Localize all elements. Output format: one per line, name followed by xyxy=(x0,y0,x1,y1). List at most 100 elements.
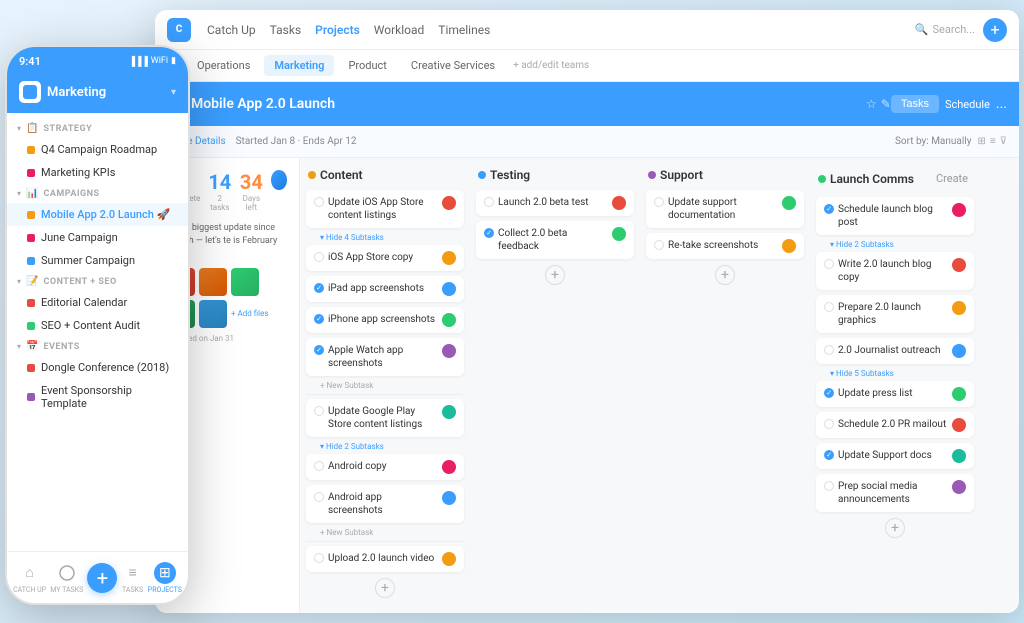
task-card[interactable]: Update support documentation xyxy=(646,190,804,228)
add-task-button[interactable]: + xyxy=(715,265,735,285)
task-checkbox[interactable] xyxy=(824,302,834,312)
add-team-link[interactable]: + add/edit teams xyxy=(513,60,589,71)
new-subtask-button[interactable]: + New Subtask xyxy=(306,528,464,537)
attachment-3[interactable] xyxy=(231,268,259,296)
nav-tasks[interactable]: Tasks xyxy=(270,23,302,37)
more-options-button[interactable]: ... xyxy=(996,96,1007,112)
sidebar-item-event-sponsorship[interactable]: Event Sponsorship Template xyxy=(7,379,188,415)
task-card[interactable]: Update iOS App Store content listings xyxy=(306,190,464,228)
task-checkbox[interactable] xyxy=(314,461,324,471)
nav-workload[interactable]: Workload xyxy=(374,23,425,37)
add-task-button[interactable]: + xyxy=(885,518,905,538)
task-checkbox[interactable] xyxy=(824,481,834,491)
grid-view-icon[interactable]: ⊞ xyxy=(977,136,985,147)
phone-nav-mytasks[interactable]: MY TASKS xyxy=(50,562,83,594)
sort-label[interactable]: Sort by: Manually xyxy=(895,136,971,147)
task-checkbox[interactable] xyxy=(824,204,834,214)
task-card[interactable]: Write 2.0 launch blog copy xyxy=(816,252,974,290)
task-card[interactable]: Upload 2.0 launch video xyxy=(306,546,464,572)
section-content-seo[interactable]: ▾ 📝 CONTENT + SEO xyxy=(7,272,188,291)
task-card[interactable]: Schedule 2.0 PR mailout xyxy=(816,412,974,438)
tasks-view-button[interactable]: Tasks xyxy=(891,95,939,113)
subtask-toggle[interactable]: ▾ Hide 5 Subtasks xyxy=(816,369,974,378)
task-card[interactable]: Launch 2.0 beta test xyxy=(476,190,634,216)
add-task-button[interactable]: + xyxy=(375,578,395,598)
attachment-2[interactable] xyxy=(199,268,227,296)
task-card[interactable]: Update Support docs xyxy=(816,443,974,469)
phone-nav-projects[interactable]: ⊞ PROJECTS xyxy=(148,562,182,594)
star-icon[interactable]: ☆ xyxy=(866,97,877,111)
task-card[interactable]: Update Google Play Store content listing… xyxy=(306,399,464,437)
edit-icon[interactable]: ✎ xyxy=(881,97,891,111)
task-card[interactable]: 2.0 Journalist outreach xyxy=(816,338,974,364)
section-campaigns[interactable]: ▾ 📊 CAMPAIGNS xyxy=(7,184,188,203)
task-checkbox[interactable] xyxy=(314,197,324,207)
task-checkbox[interactable] xyxy=(824,419,834,429)
task-checkbox[interactable] xyxy=(314,252,324,262)
sidebar-item-summer-campaign[interactable]: Summer Campaign xyxy=(7,249,188,272)
task-checkbox[interactable] xyxy=(314,283,324,293)
sidebar-item-marketing-kpis[interactable]: Marketing KPIs xyxy=(7,161,188,184)
task-checkbox[interactable] xyxy=(824,259,834,269)
tab-marketing[interactable]: Marketing xyxy=(264,55,334,76)
task-checkbox[interactable] xyxy=(314,492,324,502)
nav-catch-up[interactable]: Catch Up xyxy=(207,23,256,37)
task-card[interactable]: Collect 2.0 beta feedback xyxy=(476,221,634,259)
list-view-icon[interactable]: ≡ xyxy=(990,136,996,147)
task-checkbox[interactable] xyxy=(824,388,834,398)
tab-operations[interactable]: Operations xyxy=(187,55,260,76)
filter-icon[interactable]: ⊽ xyxy=(1000,136,1007,147)
tab-creative-services[interactable]: Creative Services xyxy=(401,55,505,76)
phone-chevron-icon[interactable]: ▾ xyxy=(171,87,176,98)
subtask-toggle[interactable]: ▾ Hide 2 Subtasks xyxy=(306,442,464,451)
task-card[interactable]: Android app screenshots xyxy=(306,485,464,523)
catchup-nav-icon: ⌂ xyxy=(19,562,41,584)
task-card[interactable]: iPhone app screenshots xyxy=(306,307,464,333)
task-card[interactable]: Prepare 2.0 launch graphics xyxy=(816,295,974,333)
task-card[interactable]: iPad app screenshots xyxy=(306,276,464,302)
phone-nav-add[interactable]: + xyxy=(87,563,117,593)
global-add-button[interactable]: + xyxy=(983,18,1007,42)
task-checkbox[interactable] xyxy=(314,406,324,416)
tab-product[interactable]: Product xyxy=(338,55,396,76)
add-files-button[interactable]: + Add files xyxy=(231,309,269,318)
task-card[interactable]: Re-take screenshots xyxy=(646,233,804,259)
task-checkbox[interactable] xyxy=(314,553,324,563)
sidebar-item-q4-roadmap[interactable]: Q4 Campaign Roadmap xyxy=(7,138,188,161)
task-checkbox[interactable] xyxy=(824,345,834,355)
add-center-button[interactable]: + xyxy=(87,563,117,593)
section-events[interactable]: ▾ 📅 EVENTS xyxy=(7,337,188,356)
task-card[interactable]: Schedule launch blog post xyxy=(816,197,974,235)
task-checkbox[interactable] xyxy=(824,450,834,460)
sidebar-item-seo-audit[interactable]: SEO + Content Audit xyxy=(7,314,188,337)
task-checkbox[interactable] xyxy=(484,228,494,238)
nav-projects[interactable]: Projects xyxy=(315,23,360,37)
add-task-button[interactable]: + xyxy=(545,265,565,285)
subtask-toggle[interactable]: ▾ Hide 2 Subtasks xyxy=(816,240,974,249)
task-checkbox[interactable] xyxy=(654,240,664,250)
task-checkbox[interactable] xyxy=(314,345,324,355)
schedule-button[interactable]: Schedule xyxy=(945,98,990,111)
task-checkbox[interactable] xyxy=(654,197,664,207)
task-checkbox[interactable] xyxy=(314,314,324,324)
task-checkbox[interactable] xyxy=(484,197,494,207)
task-card[interactable]: iOS App Store copy xyxy=(306,245,464,271)
phone-nav-catchup[interactable]: ⌂ CATCH UP xyxy=(13,562,46,594)
search-area: 🔍 Search... + xyxy=(915,18,1007,42)
task-card[interactable]: Android copy xyxy=(306,454,464,480)
create-button[interactable]: Create xyxy=(932,168,972,189)
task-card[interactable]: Update press list xyxy=(816,381,974,407)
attachment-5[interactable] xyxy=(199,300,227,328)
task-card[interactable]: Apple Watch app screenshots xyxy=(306,338,464,376)
subtask-toggle[interactable]: ▾ Hide 4 Subtasks xyxy=(306,233,464,242)
sidebar-item-dongle-conf[interactable]: Dongle Conference (2018) xyxy=(7,356,188,379)
task-card[interactable]: Prep social media announcements xyxy=(816,474,974,512)
search-box[interactable]: 🔍 Search... xyxy=(915,23,975,36)
sidebar-item-editorial[interactable]: Editorial Calendar xyxy=(7,291,188,314)
sidebar-item-june-campaign[interactable]: June Campaign xyxy=(7,226,188,249)
section-strategy[interactable]: ▾ 📋 STRATEGY xyxy=(7,119,188,138)
new-subtask-button[interactable]: + New Subtask xyxy=(306,381,464,390)
sidebar-item-mobile-launch[interactable]: Mobile App 2.0 Launch 🚀 xyxy=(7,203,188,226)
phone-nav-tasks[interactable]: ≡ TASKS xyxy=(122,562,144,594)
nav-timelines[interactable]: Timelines xyxy=(438,23,490,37)
